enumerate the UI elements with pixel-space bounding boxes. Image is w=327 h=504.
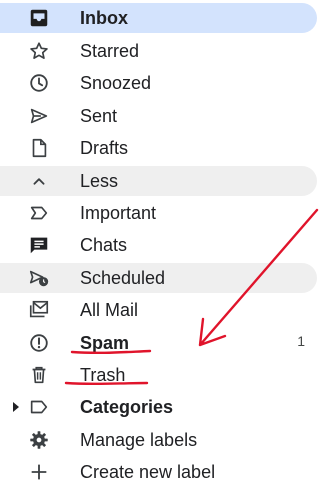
nav-item-manage-labels[interactable]: Manage labels <box>0 425 317 455</box>
nav-item-snoozed[interactable]: Snoozed <box>0 68 317 98</box>
nav-item-label: Inbox <box>80 8 128 28</box>
nav-item-label: Drafts <box>80 138 129 158</box>
nav-item-starred[interactable]: Starred <box>0 36 317 66</box>
draft-icon <box>28 137 50 159</box>
nav-item-sent[interactable]: Sent <box>0 101 317 131</box>
nav-item-all-mail[interactable]: All Mail <box>0 295 317 325</box>
nav-item-create-new-label[interactable]: Create new label <box>0 457 317 487</box>
scheduled-icon <box>28 267 50 289</box>
all-mail-icon <box>28 299 50 321</box>
nav-item-label: Scheduled <box>80 268 166 288</box>
label-icon <box>28 396 50 418</box>
expand-caret-icon[interactable] <box>13 402 19 412</box>
inbox-icon <box>28 7 50 29</box>
nav-item-label: Trash <box>80 365 126 385</box>
nav-item-trash[interactable]: Trash <box>0 360 317 390</box>
nav-item-inbox[interactable]: Inbox <box>0 3 317 33</box>
nav-item-label: Important <box>80 203 157 223</box>
nav-item-label: Spam <box>80 333 130 353</box>
nav-item-label: Chats <box>80 235 128 255</box>
chat-icon <box>28 234 50 256</box>
nav-item-label: Categories <box>80 397 174 417</box>
nav-item-label: Create new label <box>80 462 216 482</box>
nav-item-less[interactable]: Less <box>0 166 317 196</box>
star-icon <box>28 40 50 62</box>
nav-item-label: Manage labels <box>80 430 198 450</box>
nav-item-categories[interactable]: Categories <box>0 392 317 422</box>
chevron-up-icon <box>28 170 50 192</box>
plus-icon <box>28 461 50 483</box>
nav-item-scheduled[interactable]: Scheduled <box>0 263 317 293</box>
nav-item-label: Less <box>80 171 119 191</box>
nav-item-label: All Mail <box>80 300 139 320</box>
nav-item-drafts[interactable]: Drafts <box>0 133 317 163</box>
spam-icon <box>28 332 50 354</box>
nav-item-chats[interactable]: Chats <box>0 230 317 260</box>
nav-item-important[interactable]: Important <box>0 198 317 228</box>
nav-item-spam[interactable]: Spam 1 <box>0 328 317 358</box>
gear-icon <box>28 429 50 451</box>
nav-item-label: Starred <box>80 41 140 61</box>
important-icon <box>28 202 50 224</box>
nav-item-label: Sent <box>80 106 118 126</box>
nav-item-label: Snoozed <box>80 73 152 93</box>
clock-icon <box>28 72 50 94</box>
unread-count-badge: 1 <box>297 333 305 349</box>
send-icon <box>28 105 50 127</box>
trash-icon <box>28 364 50 386</box>
